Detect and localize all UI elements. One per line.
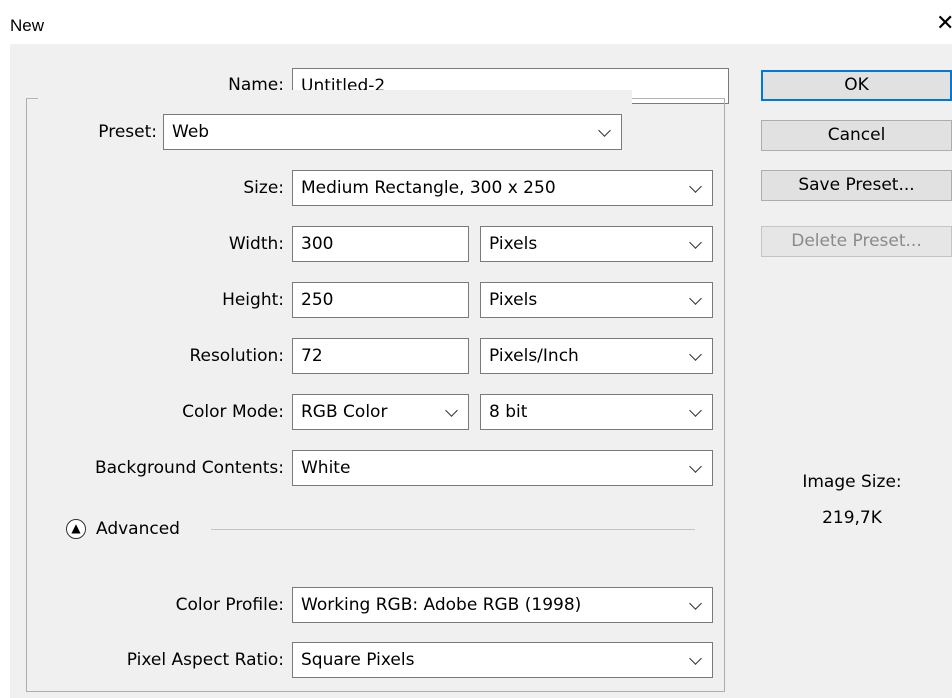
resolution-input[interactable]: 72	[292, 338, 469, 374]
pixel-aspect-ratio-dropdown[interactable]: Square Pixels	[292, 642, 713, 678]
dialog-title: New	[10, 16, 45, 35]
new-document-dialog: New ✕ Name: Untitled-2 Preset: Web Size:…	[0, 0, 952, 698]
background-contents-dropdown[interactable]: White	[292, 450, 713, 486]
close-icon[interactable]: ✕	[936, 13, 952, 35]
color-profile-dropdown[interactable]: Working RGB: Adobe RGB (1998)	[292, 587, 713, 623]
cancel-button[interactable]: Cancel	[761, 120, 952, 151]
advanced-collapse-icon[interactable]: ▲	[66, 519, 86, 539]
height-unit-dropdown[interactable]: Pixels	[480, 282, 713, 318]
preset-group-gap	[38, 90, 632, 106]
image-size-value: 219,7K	[822, 508, 882, 528]
preset-label: Preset:	[98, 122, 157, 142]
title-bar: New ✕	[0, 0, 952, 44]
width-label: Width:	[228, 234, 284, 254]
resolution-label: Resolution:	[189, 346, 284, 366]
height-input[interactable]: 250	[292, 282, 469, 318]
color-profile-label: Color Profile:	[175, 595, 284, 615]
preset-dropdown[interactable]: Web	[163, 114, 622, 150]
width-unit-dropdown[interactable]: Pixels	[480, 226, 713, 262]
background-contents-label: Background Contents:	[94, 458, 284, 478]
height-label: Height:	[222, 290, 284, 310]
size-dropdown[interactable]: Medium Rectangle, 300 x 250	[292, 170, 713, 206]
delete-preset-button: Delete Preset...	[761, 226, 952, 257]
pixel-aspect-ratio-label: Pixel Aspect Ratio:	[126, 650, 284, 670]
color-mode-dropdown[interactable]: RGB Color	[292, 394, 469, 430]
advanced-separator	[211, 529, 695, 530]
width-input[interactable]: 300	[292, 226, 469, 262]
ok-button[interactable]: OK	[761, 70, 952, 101]
advanced-label[interactable]: Advanced	[96, 519, 180, 539]
save-preset-button[interactable]: Save Preset...	[761, 170, 952, 201]
image-size-label: Image Size:	[802, 472, 902, 492]
color-mode-label: Color Mode:	[182, 402, 284, 422]
resolution-unit-dropdown[interactable]: Pixels/Inch	[480, 338, 713, 374]
bit-depth-dropdown[interactable]: 8 bit	[480, 394, 713, 430]
size-label: Size:	[243, 178, 284, 198]
